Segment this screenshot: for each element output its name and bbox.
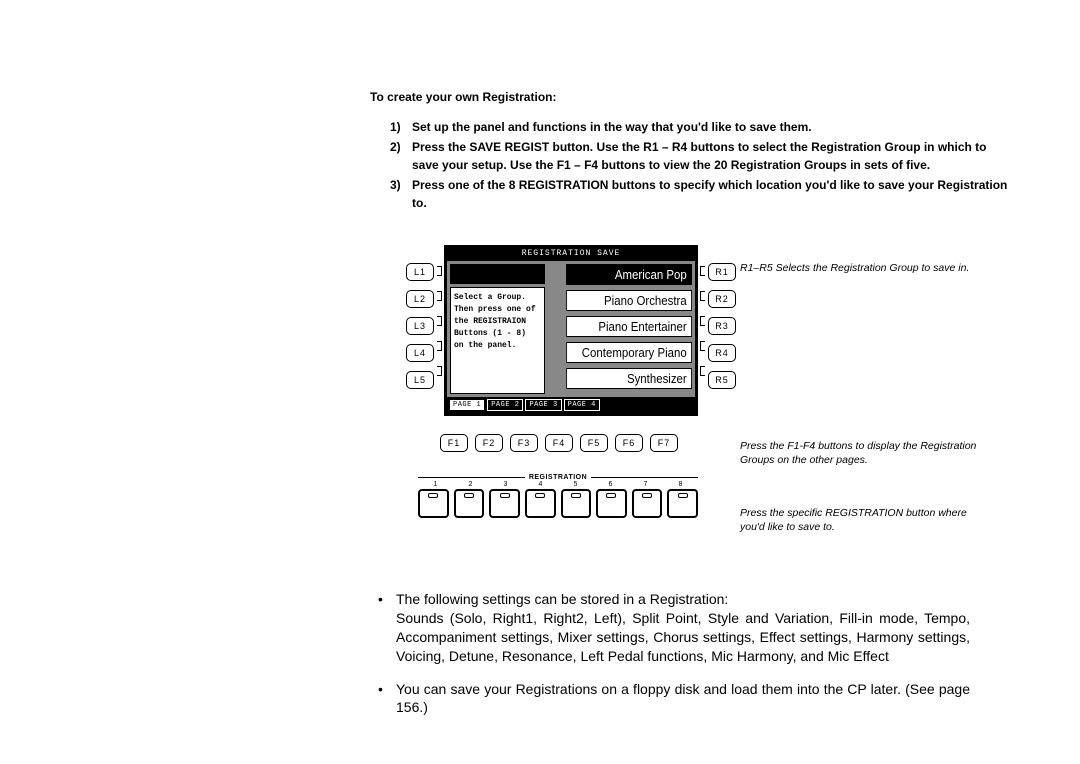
left-brackets: [434, 245, 444, 379]
lcd-selected-blank: [450, 264, 545, 284]
page-1-tab[interactable]: PAGE 1: [449, 399, 485, 411]
reg-num: 5: [574, 481, 578, 488]
l1-button[interactable]: L1: [406, 263, 434, 281]
lcd-screen: REGISTRATION SAVE Select a Group. Then p…: [444, 245, 698, 416]
reg-7-button[interactable]: [632, 489, 663, 518]
left-button-column: L1 L2 L3 L4 L5: [406, 245, 434, 389]
reg-num: 4: [539, 481, 543, 488]
bullet-1: • The following settings can be stored i…: [140, 590, 970, 666]
f7-button[interactable]: F7: [650, 434, 678, 452]
r2-button[interactable]: R2: [708, 290, 736, 308]
lcd-title: REGISTRATION SAVE: [447, 248, 695, 261]
l4-button[interactable]: L4: [406, 344, 434, 362]
reg-4-button[interactable]: [525, 489, 556, 518]
step-1: 1) Set up the panel and functions in the…: [390, 118, 1010, 136]
bullet-marker: •: [378, 590, 396, 666]
bullet-2: • You can save your Registrations on a f…: [140, 680, 970, 718]
right-button-column: R1 R2 R3 R4 R5: [708, 245, 736, 389]
f6-button[interactable]: F6: [615, 434, 643, 452]
annotation-f: Press the F1-F4 buttons to display the R…: [740, 440, 990, 467]
step-text: Press the SAVE REGIST button. Use the R1…: [412, 138, 1010, 174]
reg-num: 6: [609, 481, 613, 488]
r4-button[interactable]: R4: [708, 344, 736, 362]
registration-label: REGISTRATION: [529, 474, 587, 481]
bullet-marker: •: [378, 680, 396, 718]
group-contemporary-piano[interactable]: Contemporary Piano: [566, 342, 692, 363]
msg-line: the REGISTRAION: [454, 316, 541, 328]
bullet-list: • The following settings can be stored i…: [140, 590, 970, 731]
r3-button[interactable]: R3: [708, 317, 736, 335]
step-num: 2): [390, 138, 412, 174]
bullet-text: The following settings can be stored in …: [396, 590, 970, 666]
reg-3-button[interactable]: [489, 489, 520, 518]
right-brackets: [698, 245, 708, 379]
f2-button[interactable]: F2: [475, 434, 503, 452]
step-3: 3) Press one of the 8 REGISTRATION butto…: [390, 176, 1010, 212]
reg-num: 2: [469, 481, 473, 488]
section-heading: To create your own Registration:: [370, 90, 1010, 104]
reg-2-button[interactable]: [454, 489, 485, 518]
bullet-text: You can save your Registrations on a flo…: [396, 680, 970, 718]
f3-button[interactable]: F3: [510, 434, 538, 452]
f5-button[interactable]: F5: [580, 434, 608, 452]
step-text: Set up the panel and functions in the wa…: [412, 118, 1010, 136]
group-american-pop[interactable]: American Pop: [566, 264, 692, 285]
reg-6-button[interactable]: [596, 489, 627, 518]
lcd-page-tabs: PAGE 1 PAGE 2 PAGE 3 PAGE 4: [447, 397, 695, 413]
step-num: 3): [390, 176, 412, 212]
reg-8-button[interactable]: [667, 489, 698, 518]
annotation-r: R1–R5 Selects the Registration Group to …: [740, 262, 990, 276]
f1-button[interactable]: F1: [440, 434, 468, 452]
msg-line: on the panel.: [454, 340, 541, 352]
annotation-reg: Press the specific REGISTRATION button w…: [740, 507, 990, 534]
r5-button[interactable]: R5: [708, 371, 736, 389]
group-synthesizer[interactable]: Synthesizer: [566, 368, 692, 389]
page-2-tab[interactable]: PAGE 2: [487, 399, 523, 411]
reg-1-button[interactable]: [418, 489, 449, 518]
msg-line: Buttons (1 - 8): [454, 328, 541, 340]
reg-num: 7: [644, 481, 648, 488]
registration-numbers: 1 2 3 4 5 6 7 8: [418, 481, 698, 488]
group-piano-orchestra[interactable]: Piano Orchestra: [566, 290, 692, 311]
reg-num: 1: [434, 481, 438, 488]
reg-num: 8: [679, 481, 683, 488]
step-text: Press one of the 8 REGISTRATION buttons …: [412, 176, 1010, 212]
f4-button[interactable]: F4: [545, 434, 573, 452]
reg-num: 3: [504, 481, 508, 488]
page-3-tab[interactable]: PAGE 3: [525, 399, 561, 411]
l2-button[interactable]: L2: [406, 290, 434, 308]
l5-button[interactable]: L5: [406, 371, 434, 389]
r1-button[interactable]: R1: [708, 263, 736, 281]
msg-line: Select a Group.: [454, 292, 541, 304]
lcd-message: Select a Group. Then press one of the RE…: [450, 287, 545, 394]
l3-button[interactable]: L3: [406, 317, 434, 335]
page-4-tab[interactable]: PAGE 4: [564, 399, 600, 411]
registration-block: REGISTRATION 1 2 3 4 5 6 7 8: [418, 474, 698, 518]
msg-line: Then press one of: [454, 304, 541, 316]
step-num: 1): [390, 118, 412, 136]
step-2: 2) Press the SAVE REGIST button. Use the…: [390, 138, 1010, 174]
group-piano-entertainer[interactable]: Piano Entertainer: [566, 316, 692, 337]
steps-list: 1) Set up the panel and functions in the…: [390, 118, 1010, 212]
registration-button-row: [418, 489, 698, 518]
reg-5-button[interactable]: [561, 489, 592, 518]
